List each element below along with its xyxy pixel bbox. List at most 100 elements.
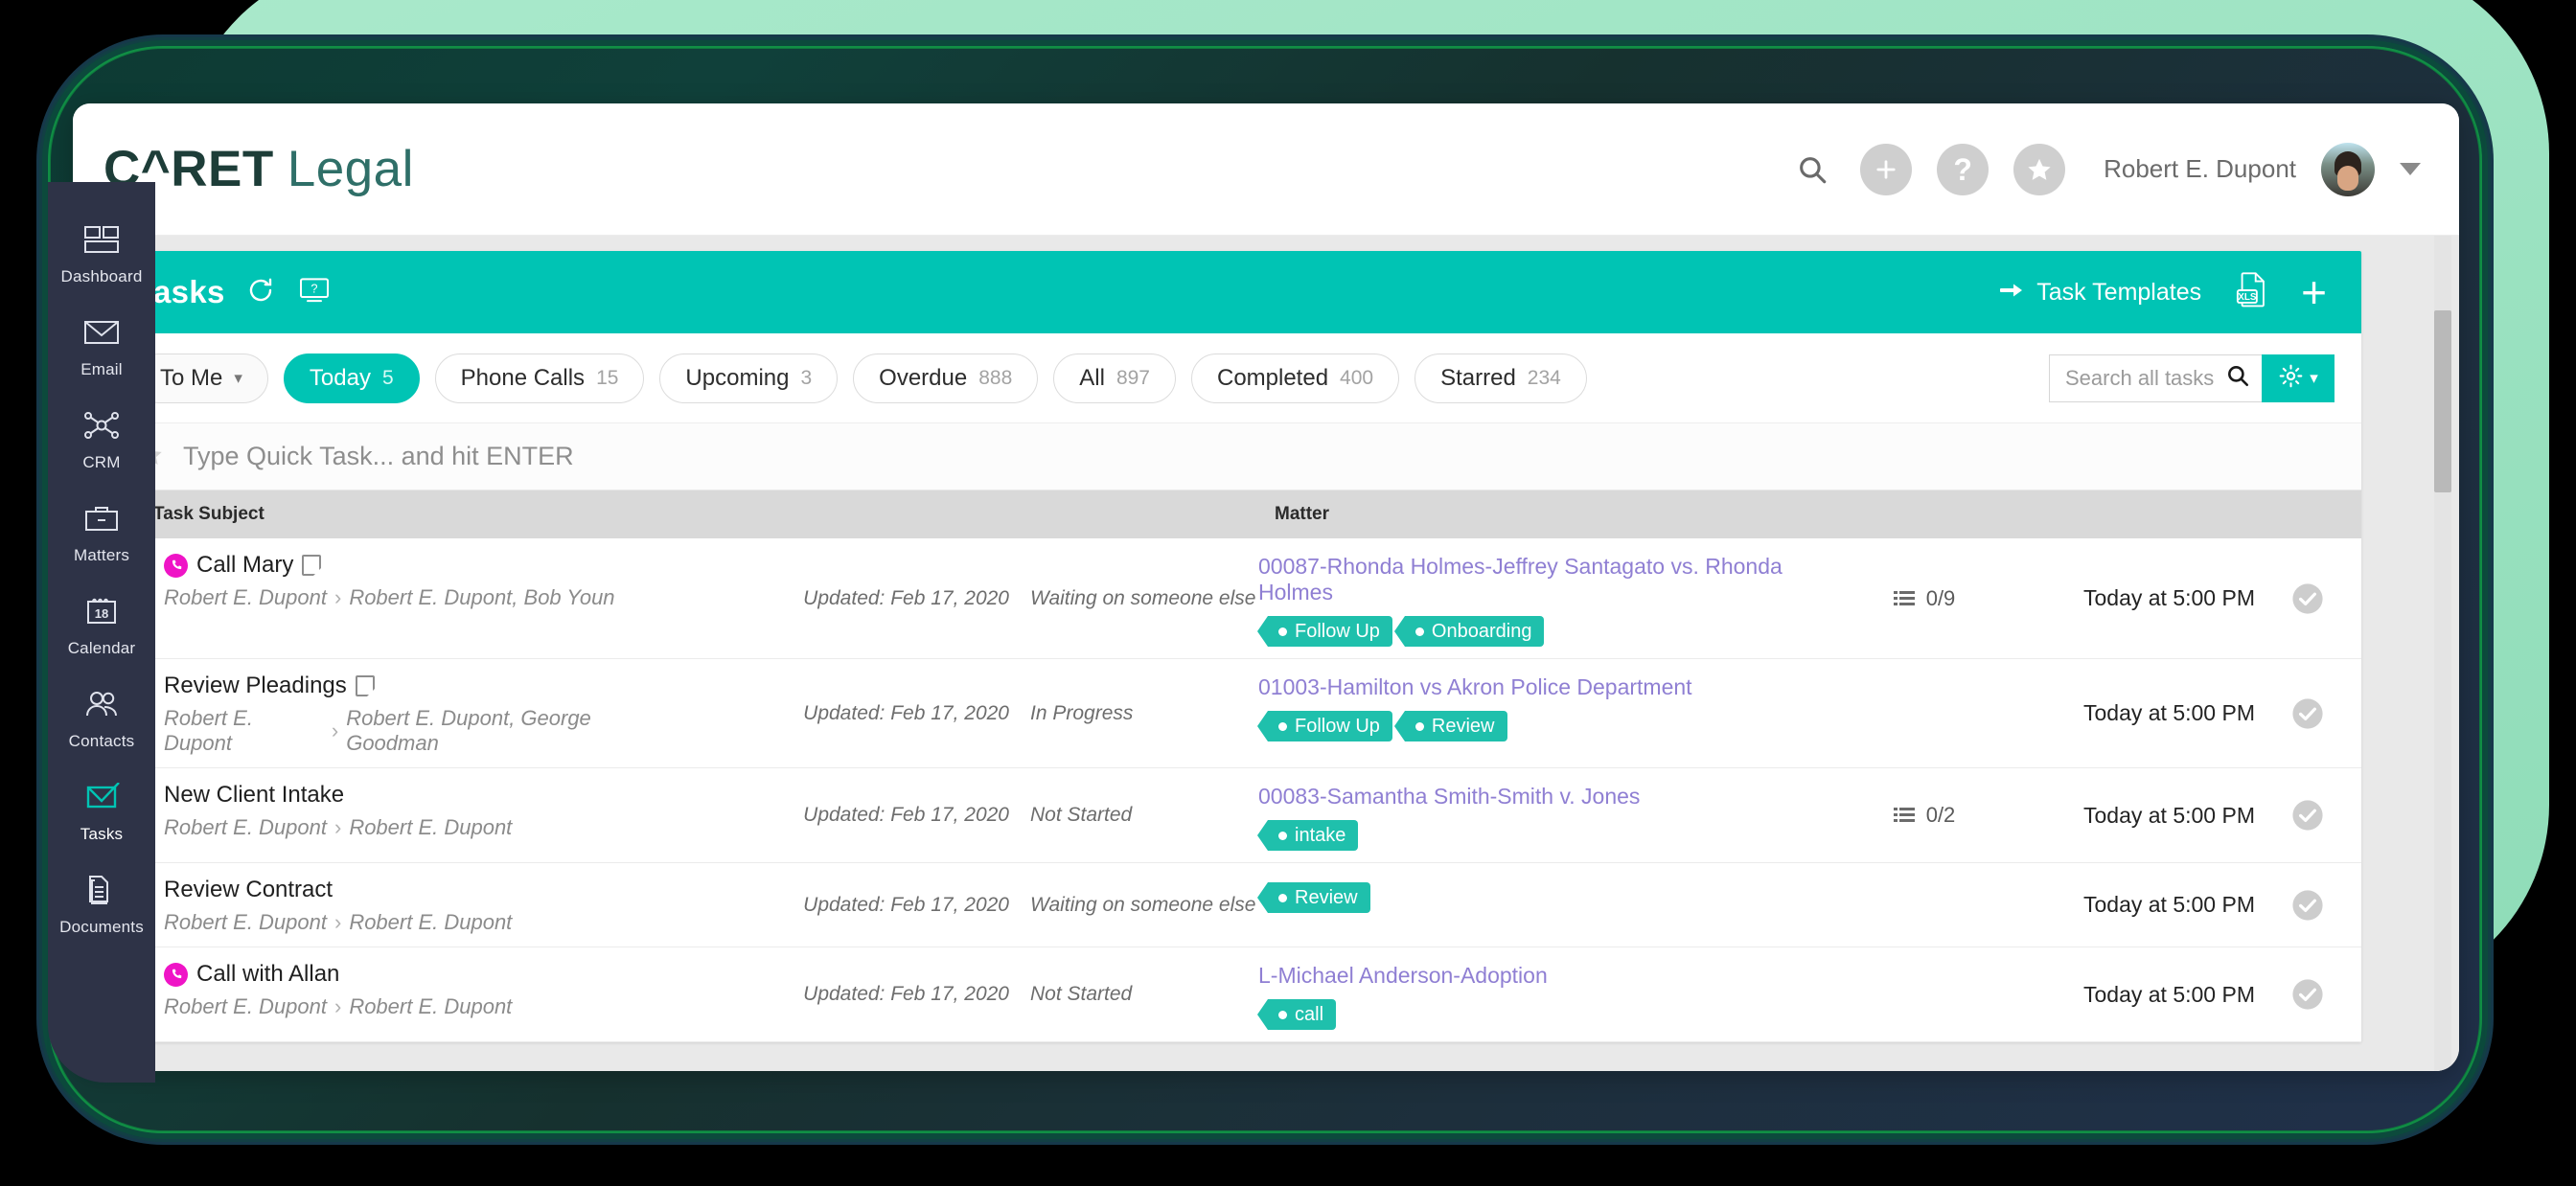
sidebar-item-email[interactable]: Email xyxy=(48,300,155,391)
tag-label: Follow Up xyxy=(1295,715,1380,737)
row-owner: Robert E. Dupont xyxy=(164,994,327,1018)
row-complete-button[interactable] xyxy=(2255,947,2360,1041)
row-status: In Progress xyxy=(1030,701,1134,724)
sidebar-item-calendar[interactable]: 18 Calendar xyxy=(48,579,155,670)
row-matter-link[interactable]: 00087-Rhonda Holmes-Jeffrey Santagato vs… xyxy=(1258,554,1852,605)
row-matter-link[interactable]: L-Michael Anderson-Adoption xyxy=(1258,963,1852,989)
row-subject[interactable]: Review Pleadings xyxy=(164,673,347,699)
screenshot-stage: C^RET Legal ? Robert E. Dupont Tasks ? T… xyxy=(0,0,2576,1186)
row-matter-link[interactable]: 00083-Samantha Smith-Smith v. Jones xyxy=(1258,784,1852,810)
table-row[interactable]: Call Mary Robert E. Dupont › Robert E. D… xyxy=(105,538,2361,659)
search-icon[interactable] xyxy=(1789,147,1835,193)
filter-pill-all[interactable]: All 897 xyxy=(1053,353,1176,403)
note-icon xyxy=(355,675,375,696)
search-input[interactable] xyxy=(2065,365,2225,391)
table-row[interactable]: New Client Intake Robert E. Dupont › Rob… xyxy=(105,768,2361,863)
search-icon[interactable] xyxy=(2225,363,2250,393)
tag-chip[interactable]: Follow Up xyxy=(1257,711,1392,741)
tag-chip[interactable]: Onboarding xyxy=(1393,616,1545,647)
sidebar-item-label: Contacts xyxy=(68,732,135,750)
add-task-button[interactable]: + xyxy=(2301,270,2327,314)
sidebar-item-tasks[interactable]: Tasks xyxy=(48,764,155,855)
svg-text:XLS: XLS xyxy=(2238,291,2257,302)
filter-pill-starred[interactable]: Starred 234 xyxy=(1414,353,1587,403)
row-status: Waiting on someone else xyxy=(1030,586,1256,609)
filter-pill-count: 3 xyxy=(800,366,813,389)
row-more-menu[interactable] xyxy=(2360,659,2361,767)
sidebar-item-crm[interactable]: CRM xyxy=(48,393,155,484)
tag-chip[interactable]: Review xyxy=(1393,711,1507,741)
monitor-help-icon[interactable]: ? xyxy=(298,277,331,308)
sidebar-item-matters[interactable]: Matters xyxy=(48,486,155,577)
row-more-menu[interactable] xyxy=(2360,947,2361,1041)
table-row[interactable]: Review Pleadings Robert E. Dupont › Robe… xyxy=(105,659,2361,768)
row-breadcrumb: Robert E. Dupont › Robert E. Dupont, Bob… xyxy=(164,585,683,610)
row-checklist: 0/9 xyxy=(1852,538,1996,658)
sidebar-item-documents[interactable]: Documents xyxy=(48,857,155,948)
tag-label: Review xyxy=(1295,886,1358,908)
row-due-date: Today at 5:00 PM xyxy=(2083,892,2255,917)
filter-pill-count: 888 xyxy=(978,366,1013,389)
row-tags: Follow Up Onboarding xyxy=(1257,616,1852,647)
documents-icon xyxy=(70,867,133,913)
tag-chip[interactable]: call xyxy=(1256,999,1337,1030)
chevron-right-icon: › xyxy=(331,718,339,742)
row-due-date: Today at 5:00 PM xyxy=(2083,585,2255,610)
task-templates-label: Task Templates xyxy=(2036,278,2202,306)
tag-chip[interactable]: intake xyxy=(1256,820,1359,851)
row-subject[interactable]: Call Mary xyxy=(196,552,293,579)
xls-export-icon[interactable]: XLS xyxy=(2234,271,2268,314)
help-button[interactable]: ? xyxy=(1937,143,1990,195)
app-header: C^RET Legal ? Robert E. Dupont xyxy=(73,103,2459,236)
app-window: C^RET Legal ? Robert E. Dupont Tasks ? T… xyxy=(73,103,2459,1071)
row-more-menu[interactable] xyxy=(2360,768,2361,862)
tag-chip[interactable]: Review xyxy=(1257,882,1370,913)
checklist-icon xyxy=(1893,808,1915,822)
row-updated: Updated: Feb 17, 2020 xyxy=(803,701,1009,724)
row-complete-button[interactable] xyxy=(2255,538,2360,658)
search-box xyxy=(2049,354,2262,402)
row-more-menu[interactable] xyxy=(2360,863,2361,947)
chevron-down-icon[interactable] xyxy=(2400,163,2421,175)
row-complete-button[interactable] xyxy=(2255,768,2360,862)
task-templates-button[interactable]: Task Templates xyxy=(1999,279,2201,307)
row-subject-cell: New Client Intake Robert E. Dupont › Rob… xyxy=(156,768,683,862)
row-matter-link[interactable]: 01003-Hamilton vs Akron Police Departmen… xyxy=(1258,674,1852,700)
row-subject[interactable]: Review Contract xyxy=(164,877,333,903)
dashboard-icon xyxy=(70,217,133,262)
vertical-scrollbar-thumb[interactable] xyxy=(2434,310,2451,492)
row-updated: Updated: Feb 17, 2020 xyxy=(803,804,1009,826)
row-subject[interactable]: New Client Intake xyxy=(164,782,344,809)
favorites-button[interactable] xyxy=(2013,143,2066,195)
tag-chip[interactable]: Follow Up xyxy=(1257,616,1392,647)
row-breadcrumb: Robert E. Dupont › Robert E. Dupont xyxy=(164,910,683,935)
quick-task-placeholder: Type Quick Task... and hit ENTER xyxy=(183,442,574,470)
sidebar-item-contacts[interactable]: Contacts xyxy=(48,672,155,763)
filter-pill-today[interactable]: Today 5 xyxy=(283,353,420,403)
row-complete-button[interactable] xyxy=(2255,659,2360,767)
list-settings-button[interactable]: ▾ xyxy=(2262,354,2334,402)
avatar[interactable] xyxy=(2321,142,2375,196)
filter-pill-phone-calls[interactable]: Phone Calls 15 xyxy=(434,353,645,403)
refresh-icon[interactable] xyxy=(246,276,275,309)
column-header-matter: Matter xyxy=(1275,504,1330,524)
table-row[interactable]: Call with Allan Robert E. Dupont › Rober… xyxy=(105,947,2361,1042)
assignee-filter-label: To Me xyxy=(160,364,223,391)
row-complete-button[interactable] xyxy=(2255,863,2360,947)
quick-task-row[interactable]: Type Quick Task... and hit ENTER xyxy=(105,423,2361,490)
row-status: Not Started xyxy=(1030,804,1133,826)
row-status: Waiting on someone else xyxy=(1030,893,1256,916)
filter-pill-count: 897 xyxy=(1116,366,1150,389)
add-button[interactable] xyxy=(1860,143,1913,195)
table-row[interactable]: Review Contract Robert E. Dupont › Rober… xyxy=(105,863,2361,947)
row-more-menu[interactable] xyxy=(2360,538,2361,658)
row-matter-cell: Review xyxy=(1257,863,1852,947)
filter-pill-upcoming[interactable]: Upcoming 3 xyxy=(659,353,839,403)
filter-pill-label: Upcoming xyxy=(685,364,790,391)
row-updated: Updated: Feb 17, 2020 xyxy=(803,983,1009,1005)
sidebar-item-dashboard[interactable]: Dashboard xyxy=(48,207,155,298)
user-name[interactable]: Robert E. Dupont xyxy=(2104,154,2296,184)
filter-pill-overdue[interactable]: Overdue 888 xyxy=(853,353,1039,403)
filter-pill-completed[interactable]: Completed 400 xyxy=(1190,353,1400,403)
row-subject[interactable]: Call with Allan xyxy=(196,961,339,988)
